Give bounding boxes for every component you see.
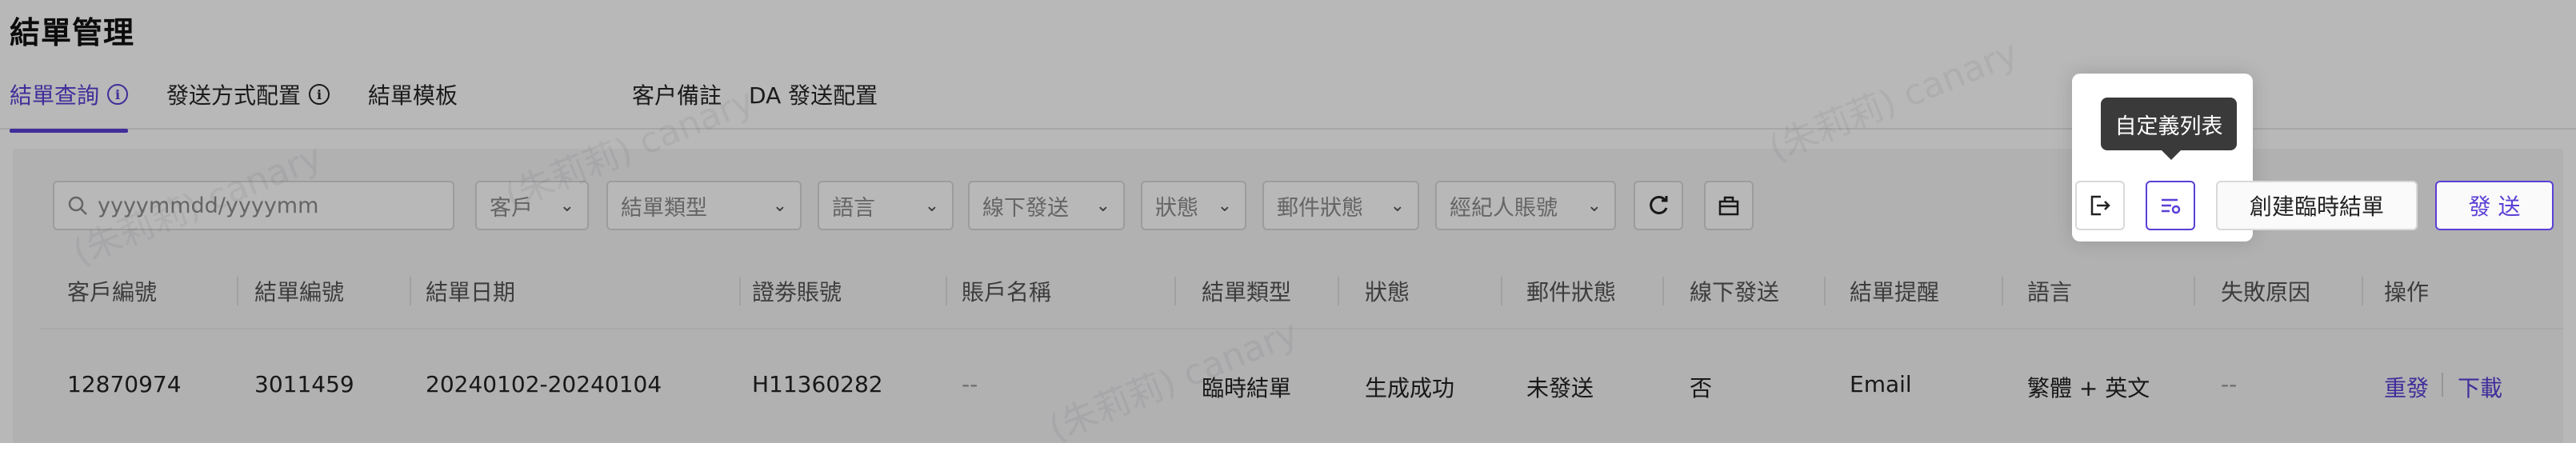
select-label: 線下發送 bbox=[982, 195, 1069, 221]
custom-columns-button[interactable] bbox=[2146, 181, 2195, 230]
cell-account-name: -- bbox=[962, 371, 978, 397]
tab-statement-template[interactable]: 結單模板 bbox=[368, 78, 458, 110]
column-header[interactable]: 結單編號 bbox=[254, 275, 344, 307]
select-label: 結單類型 bbox=[621, 195, 707, 221]
clear-button[interactable] bbox=[1704, 181, 1754, 230]
table-header: 客戶編號 結單編號 結單日期 證劵賬號 賬戶名稱 結單類型 狀態 郵件狀態 線下… bbox=[40, 253, 2563, 329]
tab-da-send-config[interactable]: DA 發送配置 bbox=[749, 78, 878, 110]
column-divider bbox=[2194, 277, 2195, 305]
custom-columns-tooltip: 自定義列表 bbox=[2101, 98, 2237, 160]
cell-language: 繁體 + 英文 bbox=[2027, 375, 2150, 401]
column-divider bbox=[946, 277, 947, 305]
download-link[interactable]: 下載 bbox=[2458, 371, 2502, 403]
chevron-down-icon: ⌄ bbox=[1586, 195, 1602, 216]
column-divider bbox=[1501, 277, 1502, 305]
column-header[interactable]: 證劵賬號 bbox=[752, 275, 842, 307]
column-divider bbox=[410, 277, 411, 305]
column-divider bbox=[1662, 277, 1664, 305]
page-title: 結單管理 bbox=[10, 15, 135, 50]
column-header[interactable]: 賬戶名稱 bbox=[962, 275, 1051, 307]
select-label: 郵件狀態 bbox=[1277, 195, 1363, 221]
tab-statement-query[interactable]: 結單查詢 i bbox=[10, 78, 129, 133]
column-divider bbox=[237, 277, 238, 305]
cell-statement-date: 20240102-20240104 bbox=[426, 371, 662, 397]
clear-icon bbox=[1718, 196, 1739, 216]
statement-type-select[interactable]: 結單類型 ⌄ bbox=[606, 181, 802, 230]
chevron-down-icon: ⌄ bbox=[1217, 195, 1232, 216]
select-label: 語言 bbox=[832, 195, 875, 221]
column-header[interactable]: 結單類型 bbox=[1202, 275, 1291, 307]
refresh-button[interactable] bbox=[1634, 181, 1683, 230]
select-label: 經紀人賬號 bbox=[1450, 195, 1558, 221]
resend-link[interactable]: 重發 bbox=[2384, 371, 2429, 403]
column-header[interactable]: 線下發送 bbox=[1690, 275, 1779, 307]
column-header[interactable]: 狀態 bbox=[1365, 275, 1410, 307]
cell-customer-no: 12870974 bbox=[67, 371, 182, 397]
column-divider bbox=[739, 277, 741, 305]
language-select[interactable]: 語言 ⌄ bbox=[818, 181, 954, 230]
column-header[interactable]: 客戶編號 bbox=[67, 275, 157, 307]
broker-account-select[interactable]: 經紀人賬號 ⌄ bbox=[1435, 181, 1616, 230]
chevron-down-icon: ⌄ bbox=[924, 195, 939, 216]
info-icon[interactable]: i bbox=[309, 84, 330, 105]
column-header[interactable]: 語言 bbox=[2027, 275, 2072, 307]
chevron-down-icon: ⌄ bbox=[1390, 195, 1405, 216]
cell-securities-account: H11360282 bbox=[752, 371, 883, 397]
send-button[interactable]: 發 送 bbox=[2435, 181, 2554, 230]
export-icon bbox=[2090, 195, 2110, 216]
select-label: 狀態 bbox=[1155, 195, 1198, 221]
search-icon bbox=[68, 196, 87, 215]
active-tab-underline bbox=[10, 129, 129, 133]
cell-mail-status: 未發送 bbox=[1526, 375, 1594, 401]
cell-fail-reason: -- bbox=[2221, 371, 2238, 397]
tab-label: DA 發送配置 bbox=[749, 82, 878, 109]
column-header[interactable]: 失敗原因 bbox=[2221, 275, 2310, 307]
column-header[interactable]: 結單提醒 bbox=[1850, 275, 1939, 307]
create-temp-statement-button[interactable]: 創建臨時結單 bbox=[2216, 181, 2418, 230]
cell-status: 生成成功 bbox=[1365, 375, 1455, 401]
column-divider bbox=[2362, 277, 2363, 305]
export-button[interactable] bbox=[2075, 181, 2125, 230]
column-divider bbox=[1338, 277, 1339, 305]
column-header[interactable]: 操作 bbox=[2384, 275, 2429, 307]
tab-send-method-config[interactable]: 發送方式配置 i bbox=[166, 78, 330, 110]
mail-status-select[interactable]: 郵件狀態 ⌄ bbox=[1262, 181, 1419, 230]
column-settings-icon bbox=[2162, 198, 2181, 214]
tab-label: 結單查詢 bbox=[10, 82, 100, 109]
refresh-icon bbox=[1650, 195, 1668, 214]
cell-reminder: Email bbox=[1850, 371, 1912, 397]
chevron-down-icon: ⌄ bbox=[1095, 195, 1110, 216]
tab-label: 發送方式配置 bbox=[166, 82, 302, 109]
chevron-down-icon: ⌄ bbox=[772, 195, 787, 216]
status-select[interactable]: 狀態 ⌄ bbox=[1141, 181, 1246, 230]
offline-send-select[interactable]: 線下發送 ⌄ bbox=[968, 181, 1125, 230]
column-divider bbox=[1174, 277, 1176, 305]
tab-label: 結單模板 bbox=[368, 82, 458, 109]
column-header[interactable]: 郵件狀態 bbox=[1526, 275, 1616, 307]
column-divider bbox=[1824, 277, 1826, 305]
column-divider bbox=[2002, 277, 2003, 305]
info-icon[interactable]: i bbox=[107, 84, 129, 105]
column-header[interactable]: 結單日期 bbox=[426, 275, 515, 307]
action-separator bbox=[2442, 373, 2443, 397]
cell-offline-send: 否 bbox=[1690, 375, 1713, 401]
cell-statement-no: 3011459 bbox=[254, 371, 354, 397]
